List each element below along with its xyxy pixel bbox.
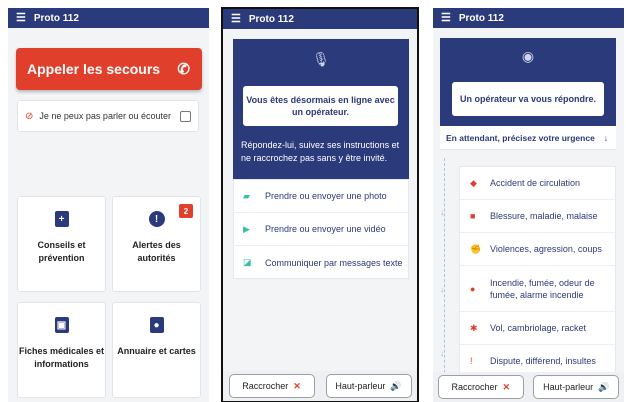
tile-label: Fiches médicales et informations	[18, 346, 105, 369]
urgency-item[interactable]: ◆ Accident de circulation	[460, 167, 615, 200]
urgency-prompt-label: En attendant, précisez votre urgence	[446, 132, 595, 143]
urgency-item[interactable]: ✊ Violences, agression, coups	[460, 233, 615, 266]
action-label: Prendre ou envoyer une photo	[265, 191, 387, 201]
speaker-label: Haut-parleur	[335, 381, 386, 391]
urgency-label: Accident de circulation	[490, 178, 581, 188]
running-thief-icon: ✱	[470, 323, 478, 333]
urgency-label: Vol, cambriolage, racket	[490, 323, 587, 333]
home-screen: ☰ Proto 112 Appeler les secours ✆ ⊘ Je n…	[8, 8, 209, 402]
camera-icon: ▰	[243, 190, 250, 201]
top-bar: ☰ Proto 112	[433, 8, 624, 28]
operator-panel: 🎙 Vous êtes désormais en ligne avec un o…	[233, 39, 409, 179]
urgency-label: Dispute, différend, insultes	[490, 356, 596, 366]
tile-fiches[interactable]: ▣ Fiches médicales et informations	[17, 302, 106, 398]
action-video[interactable]: ▶ Prendre ou envoyer une vidéo	[234, 213, 408, 246]
id-badge-icon: ▣	[54, 317, 69, 333]
timeline-arrow-icon: ↓	[440, 208, 444, 217]
microphone-icon: 🎙	[312, 51, 330, 67]
cant-speak-checkbox[interactable]	[180, 110, 191, 122]
action-messages[interactable]: ◪ Communiquer par messages texte	[234, 246, 408, 279]
top-bar: ☰ Proto 112	[223, 9, 417, 29]
timeline-arrow-icon: ↓	[440, 285, 444, 294]
play-icon: ▶	[243, 223, 250, 234]
timeline-line	[444, 158, 445, 388]
tile-label: Annuaire et cartes	[117, 346, 196, 356]
arrow-down-icon: ↓	[603, 132, 608, 143]
app-title: Proto 112	[248, 13, 294, 25]
urgency-item[interactable]: ● Incendie, fumée, odeur de fumée, alarm…	[460, 266, 615, 312]
fire-icon: ●	[470, 283, 476, 294]
cant-speak-option[interactable]: ⊘ Je ne peux pas parler ou écouter	[17, 100, 199, 132]
call-emergency-button[interactable]: Appeler les secours ✆	[16, 48, 202, 90]
urgency-label: Violences, agression, coups	[490, 244, 602, 254]
cant-speak-label: Je ne peux pas parler ou écouter	[39, 111, 171, 121]
car-crash-icon: ◆	[470, 178, 477, 188]
hangup-button[interactable]: Raccrocher ✕	[437, 375, 524, 399]
urgency-label: Incendie, fumée, odeur de fumée, alarme …	[490, 277, 595, 300]
urgency-prompt[interactable]: En attendant, précisez votre urgence ↓	[440, 126, 616, 150]
urgency-label: Blessure, maladie, malaise	[490, 211, 598, 221]
action-photo[interactable]: ▰ Prendre ou envoyer une photo	[234, 180, 408, 213]
menu-icon[interactable]: ☰	[441, 12, 451, 24]
hangup-label: Raccrocher	[451, 382, 498, 392]
tile-label: Alertes des autorités	[132, 240, 181, 263]
hangup-icon: ✕	[502, 381, 511, 392]
urgency-list: ◆ Accident de circulation ■ Blessure, ma…	[459, 166, 616, 376]
speaker-label: Haut-parleur	[543, 382, 594, 392]
action-label: Communiquer par messages texte	[265, 257, 403, 268]
actions-card: ▰ Prendre ou envoyer une photo ▶ Prendre…	[233, 179, 409, 279]
tile-alertes[interactable]: 2 ! Alertes des autorités	[112, 196, 201, 292]
call-controls: Raccrocher ✕ Haut-parleur 🔊	[223, 371, 417, 401]
menu-icon[interactable]: ☰	[16, 12, 26, 24]
tile-conseils[interactable]: + Conseils et prévention	[17, 196, 106, 292]
hangup-label: Raccrocher	[242, 381, 289, 391]
status-box: Un opérateur va vous répondre.	[452, 82, 604, 116]
status-text: Vous êtes désormais en ligne avec un opé…	[246, 95, 395, 117]
hangup-icon: ✕	[293, 380, 301, 391]
app-title: Proto 112	[33, 12, 79, 24]
call-in-progress-screen: ☰ Proto 112 🎙 Vous êtes désormais en lig…	[221, 7, 419, 402]
speaker-button[interactable]: Haut-parleur 🔊	[533, 375, 620, 399]
top-bar: ☰ Proto 112	[8, 8, 209, 28]
speaker-button[interactable]: Haut-parleur 🔊	[325, 374, 412, 398]
call-controls: Raccrocher ✕ Haut-parleur 🔊	[433, 372, 624, 402]
urgency-item[interactable]: ■ Blessure, maladie, malaise	[460, 200, 615, 233]
medical-book-icon: +	[54, 211, 69, 227]
exclamation-icon: !	[470, 356, 473, 366]
urgency-item[interactable]: ✱ Vol, cambriolage, racket	[460, 312, 615, 345]
call-emergency-label: Appeler les secours	[27, 61, 161, 77]
mute-icon: ⊘	[25, 110, 34, 122]
instructions-text: Répondez-lui, suivez ses instructions et…	[241, 140, 400, 163]
tile-annuaire[interactable]: ● Annuaire et cartes	[112, 302, 201, 398]
operator-headset-icon: ◉	[521, 48, 535, 64]
status-box: Vous êtes désormais en ligne avec un opé…	[243, 86, 398, 126]
action-label: Prendre ou envoyer une vidéo	[265, 224, 386, 234]
status-text: Un opérateur va vous répondre.	[459, 94, 597, 104]
alert-count-badge: 2	[179, 204, 193, 218]
operator-panel: ◉ Un opérateur va vous répondre.	[440, 38, 616, 126]
ambulance-icon: ■	[470, 211, 476, 221]
speaker-icon: 🔊	[598, 381, 610, 392]
tile-label: Conseils et prévention	[37, 240, 86, 263]
phone-icon: ✆	[177, 61, 190, 78]
app-title: Proto 112	[458, 12, 504, 24]
timeline-arrow-icon: ↓	[440, 349, 444, 358]
fist-icon: ✊	[470, 244, 482, 254]
speaker-icon: 🔊	[390, 380, 402, 391]
message-icon: ◪	[243, 257, 252, 267]
hangup-button[interactable]: Raccrocher ✕	[228, 374, 315, 398]
alert-icon: !	[148, 211, 165, 227]
menu-icon[interactable]: ☰	[231, 13, 241, 25]
contact-card-icon: ●	[149, 317, 164, 333]
waiting-screen: ☰ Proto 112 ◉ Un opérateur va vous répon…	[433, 8, 624, 402]
